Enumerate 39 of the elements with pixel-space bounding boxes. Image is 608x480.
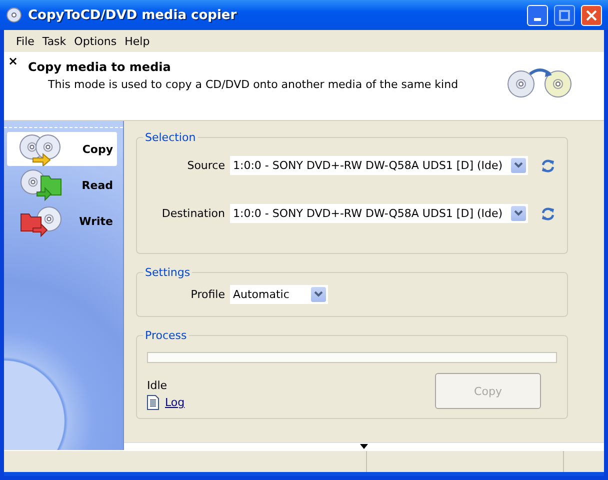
menu-item[interactable]: Task [38,34,70,48]
disc-app-icon [6,7,22,23]
field-label: Destination [160,207,225,220]
sidebar-item[interactable]: Read [7,168,117,202]
close-icon [586,10,597,20]
menu-item[interactable]: Options [70,34,121,48]
sidebar-item[interactable]: Copy [7,132,117,166]
sidebar-item[interactable]: Write [7,204,117,238]
profile-label: Profile [190,288,225,301]
mode-title: Copy media to media [28,60,172,74]
maximize-icon [559,10,570,20]
folder-disc-icon [19,204,63,238]
refresh-icon[interactable] [540,206,556,222]
group-title: Process [144,329,188,342]
refresh-icon[interactable] [540,158,556,174]
close-button[interactable] [581,4,602,26]
combo-value: Automatic [233,288,290,301]
mode-description: This mode is used to copy a CD/DVD onto another media of the same kind [47,78,460,91]
menu-item[interactable]: File [12,34,38,48]
group-title: Selection [144,131,197,144]
disc-copy-icon [19,132,63,166]
minimize-button[interactable] [527,4,548,26]
collapse-arrow-icon[interactable] [360,444,368,449]
combo-value: 1:0:0 - SONY DVD+-RW DW-Q58A UDS1 [D] (Ide) [233,207,504,220]
disc-folder-icon [19,168,63,202]
status-text: Idle [147,379,168,392]
profile-dropdown[interactable]: Automatic [230,285,328,304]
log-link[interactable]: Log [165,396,185,409]
drive-dropdown[interactable]: 1:0:0 - SONY DVD+-RW DW-Q58A UDS1 [D] (Ide) [230,204,528,223]
combo-value: 1:0:0 - SONY DVD+-RW DW-Q58A UDS1 [D] (Ide) [233,159,504,172]
maximize-button[interactable] [554,4,575,26]
menu-item[interactable]: Help [120,34,154,48]
window-title: CopyToCD/DVD media copier [28,8,238,22]
group-title: Settings [144,266,192,279]
close-panel-button[interactable]: × [8,54,18,68]
field-label: Source [186,159,225,172]
minimize-icon [534,18,541,20]
drive-dropdown[interactable]: 1:0:0 - SONY DVD+-RW DW-Q58A UDS1 [D] (Ide) [230,156,528,175]
document-icon [147,395,159,410]
